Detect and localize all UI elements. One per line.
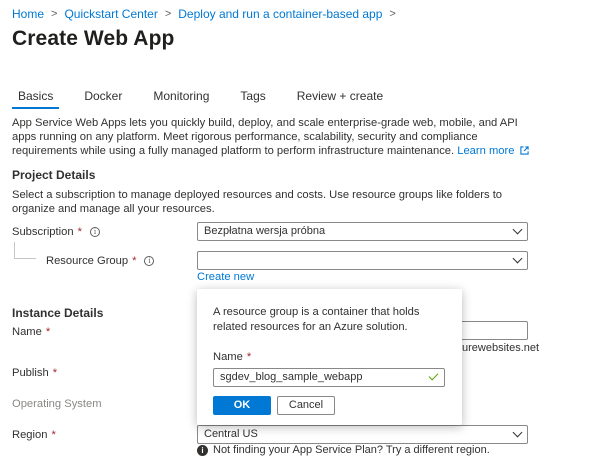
info-icon[interactable]: i — [89, 227, 100, 237]
publish-label-text: Publish — [12, 367, 49, 379]
callout-name-label: Name * — [213, 351, 251, 363]
page-title: Create Web App — [12, 27, 175, 50]
required-marker: * — [132, 255, 137, 267]
chevron-right-icon: > — [51, 8, 58, 20]
tab-basics[interactable]: Basics — [12, 89, 60, 109]
subscription-label: Subscription * i — [12, 226, 100, 238]
learn-more-label: Learn more — [457, 145, 515, 158]
name-label: Name * — [12, 326, 50, 338]
chevron-down-icon — [512, 427, 523, 438]
name-domain-suffix: urewebsites.net — [462, 342, 540, 354]
resource-group-dropdown[interactable] — [197, 251, 528, 270]
resource-group-name-value: sgdev_blog_sample_webapp — [220, 371, 363, 383]
resource-group-name-input[interactable]: sgdev_blog_sample_webapp — [213, 368, 445, 387]
breadcrumb-quickstart-center[interactable]: Quickstart Center — [64, 7, 157, 21]
info-filled-icon: i — [197, 444, 208, 456]
tab-monitoring[interactable]: Monitoring — [147, 89, 215, 108]
region-label: Region * — [12, 429, 56, 441]
project-details-description: Select a subscription to manage deployed… — [12, 189, 503, 216]
tree-connector — [14, 242, 36, 259]
region-label-text: Region — [12, 429, 48, 441]
region-hint-text: Not finding your App Service Plan? Try a… — [213, 444, 490, 456]
callout-description: A resource group is a container that hol… — [213, 306, 420, 333]
required-marker: * — [45, 326, 51, 338]
required-marker: * — [51, 429, 56, 441]
chevron-right-icon: > — [164, 8, 172, 20]
subscription-dropdown[interactable]: Bezpłatna wersja próbna — [197, 222, 528, 241]
resource-group-label: Resource Group * i — [46, 255, 155, 267]
learn-more-link[interactable]: Learn more — [457, 145, 529, 158]
external-link-icon — [519, 146, 529, 156]
tab-bar: Basics Docker Monitoring Tags Review + c… — [12, 89, 408, 109]
required-marker: * — [52, 367, 58, 379]
instance-details-heading: Instance Details — [12, 306, 104, 320]
subscription-label-text: Subscription — [12, 226, 74, 238]
cancel-button[interactable]: Cancel — [277, 396, 335, 415]
intro-text: App Service Web Apps lets you quickly bu… — [12, 117, 518, 158]
name-label-text: Name — [12, 326, 42, 338]
ok-button[interactable]: OK — [213, 396, 271, 415]
chevron-right-icon: > — [389, 8, 396, 20]
operating-system-label: Operating System — [12, 398, 102, 410]
chevron-down-icon — [512, 224, 523, 235]
breadcrumb-deploy-container[interactable]: Deploy and run a container-based app — [178, 7, 382, 21]
chevron-down-icon — [512, 253, 523, 264]
tab-tags[interactable]: Tags — [234, 89, 271, 108]
create-new-link[interactable]: Create new — [197, 271, 254, 283]
region-value: Central US — [204, 428, 258, 440]
region-dropdown[interactable]: Central US — [197, 425, 528, 444]
checkmark-icon — [428, 370, 439, 381]
required-marker: * — [246, 351, 252, 363]
project-details-heading: Project Details — [12, 168, 96, 182]
callout-name-label-text: Name — [213, 351, 243, 363]
info-icon[interactable]: i — [144, 256, 155, 266]
breadcrumb-home[interactable]: Home — [12, 7, 44, 21]
intro-paragraph: App Service Web Apps lets you quickly bu… — [12, 116, 532, 159]
region-hint: i Not finding your App Service Plan? Try… — [197, 444, 490, 456]
subscription-value: Bezpłatna wersja próbna — [204, 225, 326, 237]
required-marker: * — [77, 226, 82, 238]
tab-docker[interactable]: Docker — [78, 89, 128, 108]
publish-label: Publish * — [12, 367, 57, 379]
tab-review-create[interactable]: Review + create — [291, 89, 389, 108]
breadcrumb: Home > Quickstart Center > Deploy and ru… — [12, 7, 403, 21]
resource-group-label-text: Resource Group — [46, 255, 129, 267]
create-resource-group-callout: A resource group is a container that hol… — [197, 289, 462, 425]
